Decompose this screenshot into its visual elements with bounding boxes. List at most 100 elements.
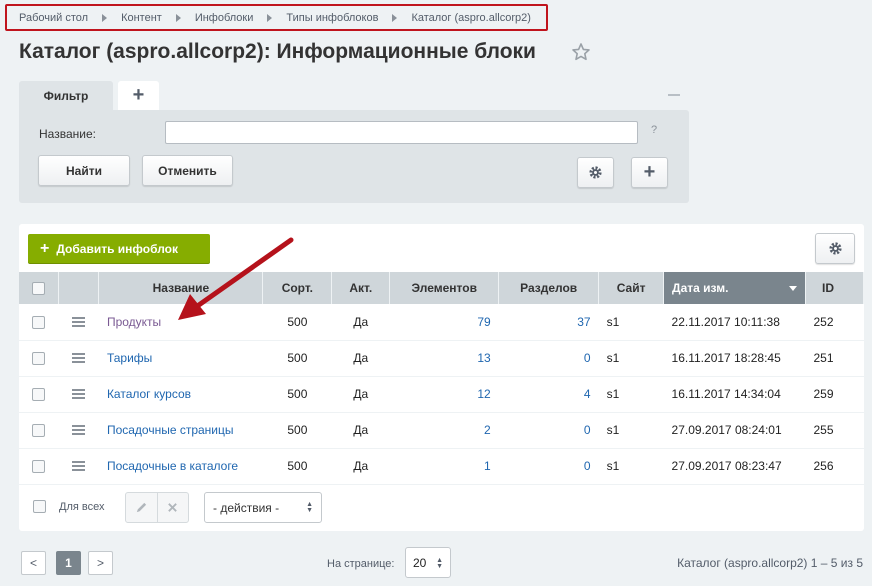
filter-panel: Название: ? Найти Отменить +	[19, 110, 689, 203]
column-header-sort[interactable]: Сорт.	[262, 272, 333, 304]
menu-header	[58, 272, 100, 304]
breadcrumb-item-iblock-types[interactable]: Типы инфоблоков	[286, 12, 378, 24]
hamburger-icon[interactable]	[72, 351, 86, 365]
gear-icon	[828, 242, 842, 255]
row-name-cell: Посадочные страницы	[98, 412, 263, 449]
iblock-name-link[interactable]: Продукты	[107, 315, 161, 329]
row-date-cell: 16.11.2017 18:28:45	[663, 340, 806, 377]
edit-selected-button[interactable]	[126, 493, 158, 522]
row-sections-cell: 0	[498, 448, 599, 485]
per-page-select[interactable]: 20 ▲ ▼	[405, 547, 451, 578]
hamburger-icon[interactable]	[72, 387, 86, 401]
filter-settings-button[interactable]	[577, 157, 614, 188]
chevron-right-icon	[175, 13, 181, 22]
elements-count-link[interactable]: 13	[477, 351, 490, 365]
row-name-cell: Тарифы	[98, 340, 263, 377]
table-row[interactable]: Тарифы 500 Да 13 0 s1 16.11.2017 18:28:4…	[19, 340, 864, 377]
actions-select[interactable]: - действия - ▲ ▼	[204, 492, 322, 523]
row-site-cell: s1	[598, 412, 664, 449]
row-checkbox[interactable]	[32, 315, 46, 329]
cancel-button[interactable]: Отменить	[142, 155, 233, 186]
row-checkbox[interactable]	[32, 352, 46, 366]
breadcrumb-item-content[interactable]: Контент	[121, 12, 162, 24]
column-header-sections[interactable]: Разделов	[498, 272, 600, 304]
pager-page-1[interactable]: 1	[56, 551, 81, 575]
select-arrows-icon: ▲ ▼	[306, 501, 313, 514]
row-id-cell: 256	[805, 448, 864, 485]
row-checkbox[interactable]	[32, 460, 46, 474]
iblock-name-link[interactable]: Каталог курсов	[107, 387, 191, 401]
select-arrows-icon: ▲ ▼	[436, 557, 443, 570]
minimize-icon[interactable]	[668, 94, 680, 96]
breadcrumb-item-desktop[interactable]: Рабочий стол	[19, 12, 88, 24]
row-site-cell: s1	[598, 448, 664, 485]
row-elements-cell: 2	[389, 412, 499, 449]
row-name-cell: Продукты	[98, 304, 263, 341]
gear-icon	[589, 166, 602, 179]
column-header-site[interactable]: Сайт	[598, 272, 665, 304]
table-row[interactable]: Посадочные страницы 500 Да 2 0 s1 27.09.…	[19, 412, 864, 449]
sections-count-link[interactable]: 37	[577, 315, 590, 329]
table-row[interactable]: Посадочные в каталоге 500 Да 1 0 s1 27.0…	[19, 448, 864, 485]
row-select-cell	[19, 340, 59, 377]
row-menu-cell	[58, 376, 99, 413]
elements-count-link[interactable]: 79	[477, 315, 490, 329]
column-header-active[interactable]: Акт.	[331, 272, 391, 304]
column-header-name[interactable]: Название	[98, 272, 264, 304]
add-iblock-button[interactable]: + Добавить инфоблок	[28, 234, 210, 263]
star-icon[interactable]	[571, 42, 591, 62]
elements-count-link[interactable]: 1	[484, 459, 491, 473]
chevron-left-icon: <	[29, 556, 37, 570]
sections-count-link[interactable]: 4	[584, 387, 591, 401]
column-header-date-label: Дата изм.	[672, 281, 729, 295]
delete-selected-button[interactable]	[158, 493, 189, 522]
row-sort-cell: 500	[262, 304, 332, 341]
column-header-id[interactable]: ID	[805, 272, 864, 304]
pager-next-button[interactable]: >	[88, 551, 113, 575]
list-settings-button[interactable]	[815, 233, 855, 264]
row-checkbox[interactable]	[32, 388, 46, 402]
row-sections-cell: 4	[498, 376, 599, 413]
table-row[interactable]: Каталог курсов 500 Да 12 4 s1 16.11.2017…	[19, 376, 864, 413]
filter-name-input[interactable]	[165, 121, 638, 144]
elements-count-link[interactable]: 12	[477, 387, 490, 401]
add-filter-field-button[interactable]: +	[631, 157, 668, 188]
pager-prev-button[interactable]: <	[21, 551, 46, 575]
hamburger-icon[interactable]	[72, 459, 86, 473]
find-button[interactable]: Найти	[38, 155, 130, 186]
breadcrumb-item-iblocks[interactable]: Инфоблоки	[195, 12, 254, 24]
column-header-date[interactable]: Дата изм.	[663, 272, 806, 304]
select-all-checkbox[interactable]	[32, 282, 46, 296]
row-sort-cell: 500	[262, 340, 332, 377]
tab-filter[interactable]: Фильтр	[19, 81, 113, 110]
row-sections-cell: 37	[498, 304, 599, 341]
iblock-name-link[interactable]: Посадочные страницы	[107, 423, 234, 437]
chevron-right-icon	[267, 13, 273, 22]
page-title: Каталог (aspro.allcorp2): Информационные…	[19, 40, 536, 63]
table-header-row: Название Сорт. Акт. Элементов Разделов С…	[19, 272, 864, 304]
sections-count-link[interactable]: 0	[584, 351, 591, 365]
hamburger-icon[interactable]	[72, 315, 86, 329]
select-all-header[interactable]	[19, 272, 60, 304]
breadcrumb-item-catalog[interactable]: Каталог (aspro.allcorp2)	[411, 12, 530, 24]
row-checkbox[interactable]	[32, 424, 46, 438]
row-active-cell: Да	[331, 376, 390, 413]
add-filter-tab-button[interactable]: +	[118, 81, 159, 110]
iblock-name-link[interactable]: Тарифы	[107, 351, 152, 365]
sections-count-link[interactable]: 0	[584, 459, 591, 473]
row-menu-cell	[58, 448, 99, 485]
row-select-cell	[19, 304, 59, 341]
sections-count-link[interactable]: 0	[584, 423, 591, 437]
row-select-cell	[19, 448, 59, 485]
row-site-cell: s1	[598, 304, 664, 341]
row-sections-cell: 0	[498, 340, 599, 377]
column-header-elements[interactable]: Элементов	[389, 272, 500, 304]
iblock-name-link[interactable]: Посадочные в каталоге	[107, 459, 238, 473]
hamburger-icon[interactable]	[72, 423, 86, 437]
question-icon[interactable]: ?	[651, 124, 657, 136]
elements-count-link[interactable]: 2	[484, 423, 491, 437]
apply-to-all-checkbox[interactable]	[33, 500, 46, 513]
row-select-cell	[19, 376, 59, 413]
row-menu-cell	[58, 340, 99, 377]
table-row[interactable]: Продукты 500 Да 79 37 s1 22.11.2017 10:1…	[19, 304, 864, 341]
